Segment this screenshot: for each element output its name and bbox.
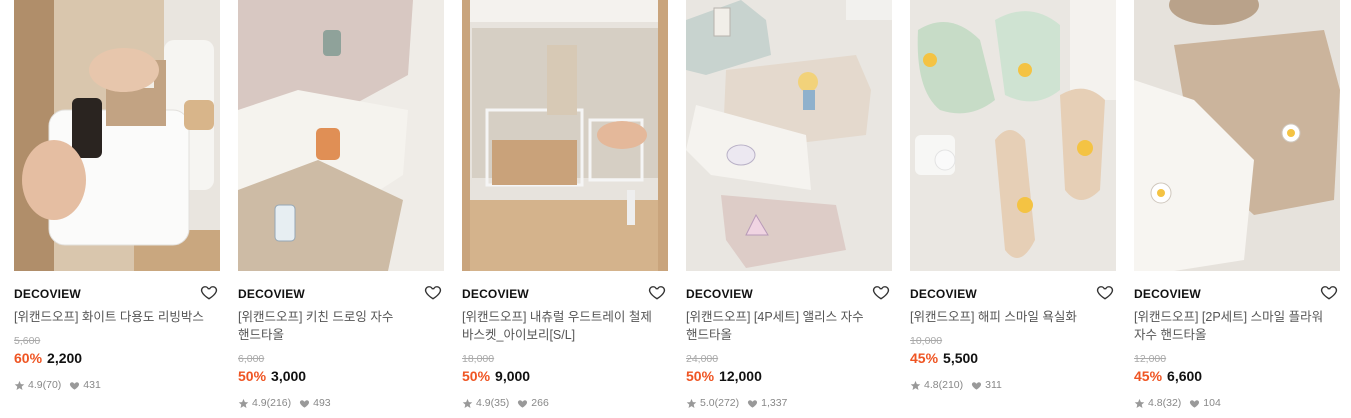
like-count: 266 [531,397,549,409]
heart-icon[interactable] [1096,283,1114,301]
original-price: 10,000 [910,335,943,347]
price-line: 50% 9,000 [462,368,530,384]
like-count: 311 [985,379,1002,391]
discount-rate: 60% [14,350,43,366]
like-count: 1,337 [761,397,788,409]
discount-rate: 45% [910,350,939,366]
price-line: 50% 3,000 [238,368,306,384]
product-image[interactable] [910,0,1116,271]
review-count: (272) [714,397,740,409]
brand-name[interactable]: DECOVIEW [1134,287,1201,301]
brand-name[interactable]: DECOVIEW [686,287,753,301]
original-price: 5,600 [14,335,41,347]
like-count: 431 [83,379,101,391]
brand-name[interactable]: DECOVIEW [910,287,977,301]
product-title[interactable]: [위캔드오프] 키친 드로잉 자수 핸드타올 [238,308,438,344]
sale-price: 3,000 [271,368,307,384]
sale-price: 9,000 [495,368,531,384]
price-line: 45% 6,600 [1134,368,1202,384]
review-count: (216) [266,397,292,409]
heart-icon[interactable] [424,283,442,301]
rating-row: 4.8 (210) 311 [910,379,1002,391]
price-line: 50% 12,000 [686,368,762,384]
storage-box-photo-icon [14,0,220,271]
heart-icon[interactable] [1320,283,1338,301]
heart-small-icon [747,398,758,409]
rating-score: 4.9 [252,397,267,409]
product-title[interactable]: [위캔드오프] 화이트 다용도 리빙박스 [14,308,214,326]
sale-price: 5,500 [943,350,979,366]
star-icon [910,380,921,391]
rating-row: 4.8 (32) 104 [1134,397,1221,409]
alice-towel-photo-icon [686,0,892,271]
like-count: 104 [1203,397,1221,409]
heart-small-icon [971,380,982,391]
heart-small-icon [69,380,80,391]
heart-small-icon [299,398,310,409]
rating-row: 4.9 (35) 266 [462,397,549,409]
rating-score: 4.8 [924,379,939,391]
discount-rate: 50% [686,368,715,384]
brand-name[interactable]: DECOVIEW [238,287,305,301]
kitchen-towel-photo-icon [238,0,444,271]
star-icon [462,398,473,409]
sale-price: 12,000 [719,368,762,384]
sale-price: 2,200 [47,350,83,366]
product-image[interactable] [238,0,444,271]
product-title[interactable]: [위캔드오프] [2P세트] 스마일 플라워 자수 핸드타올 [1134,308,1334,344]
review-count: (35) [490,397,510,409]
product-image[interactable] [686,0,892,271]
star-icon [14,380,25,391]
brand-name[interactable]: DECOVIEW [14,287,81,301]
heart-small-icon [1189,398,1200,409]
product-image[interactable] [14,0,220,271]
discount-rate: 45% [1134,368,1163,384]
review-count: (70) [42,379,62,391]
original-price: 18,000 [462,353,495,365]
rating-score: 5.0 [700,397,715,409]
discount-rate: 50% [238,368,267,384]
star-icon [686,398,697,409]
sale-price: 6,600 [1167,368,1203,384]
discount-rate: 50% [462,368,491,384]
rating-score: 4.9 [28,379,43,391]
star-icon [238,398,249,409]
star-icon [1134,398,1145,409]
original-price: 12,000 [1134,353,1167,365]
original-price: 24,000 [686,353,719,365]
flower-towel-photo-icon [1134,0,1340,271]
price-line: 45% 5,500 [910,350,978,366]
review-count: (210) [938,379,964,391]
brand-name[interactable]: DECOVIEW [462,287,529,301]
price-line: 60% 2,200 [14,350,82,366]
product-title[interactable]: [위캔드오프] 내츄럴 우드트레이 철제 바스켓_아이보리[S/L] [462,308,662,344]
rating-score: 4.9 [476,397,491,409]
original-price: 6,000 [238,353,265,365]
product-image[interactable] [462,0,668,271]
rating-row: 5.0 (272) 1,337 [686,397,787,409]
review-count: (32) [1162,397,1182,409]
rating-row: 4.9 (216) 493 [238,397,331,409]
heart-small-icon [517,398,528,409]
rating-score: 4.8 [1148,397,1163,409]
rating-row: 4.9 (70) 431 [14,379,101,391]
heart-icon[interactable] [872,283,890,301]
product-title[interactable]: [위캔드오프] [4P세트] 앨리스 자수 핸드타올 [686,308,886,344]
wire-basket-photo-icon [462,0,668,271]
like-count: 493 [313,397,331,409]
heart-icon[interactable] [648,283,666,301]
product-title[interactable]: [위캔드오프] 해피 스마일 욕실화 [910,308,1110,326]
product-image[interactable] [1134,0,1340,271]
bath-slipper-photo-icon [910,0,1116,271]
heart-icon[interactable] [200,283,218,301]
product-grid: DECOVIEW [위캔드오프] 화이트 다용도 리빙박스 5,600 60% 2… [14,0,1340,418]
